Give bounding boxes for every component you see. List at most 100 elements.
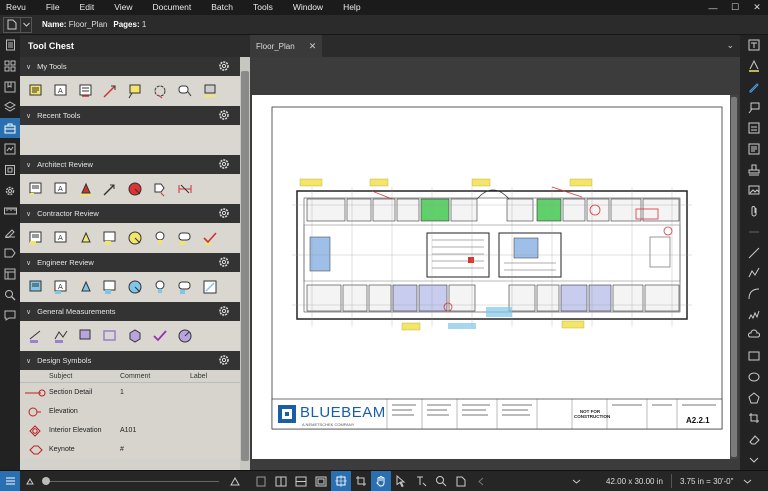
ellipse-tool[interactable] — [742, 367, 766, 388]
snapshot-button[interactable] — [451, 471, 471, 491]
pen-tool[interactable] — [742, 76, 766, 97]
tool-eng-bulb[interactable] — [148, 275, 172, 299]
tool-arch-circle[interactable] — [123, 177, 147, 201]
menu-batch[interactable]: Batch — [201, 0, 243, 15]
sets-tab[interactable] — [0, 264, 20, 284]
tool-text-box[interactable]: A — [49, 79, 73, 103]
scrollbar-thumb[interactable] — [731, 97, 737, 457]
single-page-button[interactable] — [251, 471, 271, 491]
snap-button[interactable] — [331, 471, 351, 491]
bookmarks-tab[interactable] — [0, 77, 20, 97]
tool-gm-count[interactable] — [148, 324, 172, 348]
tool-cloud-plus[interactable] — [173, 79, 197, 103]
tool-gm-area[interactable] — [74, 324, 98, 348]
slider-thumb[interactable] — [42, 477, 50, 485]
note-tool[interactable] — [742, 139, 766, 160]
tool-arch-highlight[interactable] — [74, 177, 98, 201]
menu-window[interactable]: Window — [283, 0, 333, 15]
panel-toggle-button[interactable] — [0, 471, 20, 491]
previous-page-button[interactable] — [471, 471, 491, 491]
menu-document[interactable]: Document — [142, 0, 201, 15]
select-text-button[interactable] — [411, 471, 431, 491]
tool-arch-text[interactable]: A — [49, 177, 73, 201]
gear-icon[interactable] — [218, 354, 230, 366]
tool-con-circle[interactable] — [123, 226, 147, 250]
gear-icon[interactable] — [218, 60, 230, 72]
document-dropdown-button[interactable] — [21, 16, 32, 33]
tool-eng-cloud[interactable] — [173, 275, 197, 299]
menu-edit[interactable]: Edit — [70, 0, 105, 15]
search-tab[interactable] — [0, 285, 20, 305]
crop-tool[interactable] — [742, 408, 766, 429]
menu-tools[interactable]: Tools — [243, 0, 283, 15]
close-icon[interactable]: ✕ — [309, 41, 317, 52]
tool-shape[interactable] — [198, 79, 222, 103]
tool-eng-callout[interactable] — [98, 275, 122, 299]
file-access-tab[interactable] — [0, 35, 20, 55]
maximize-button[interactable]: ☐ — [724, 0, 746, 15]
textbox-tool[interactable] — [742, 118, 766, 139]
tool-chest-tab[interactable] — [0, 118, 20, 139]
line-tool[interactable] — [742, 242, 766, 263]
tool-arch-callout[interactable] — [148, 177, 172, 201]
signatures-tab[interactable] — [0, 222, 20, 242]
highlight-text-tool[interactable] — [742, 56, 766, 77]
tool-eng-note[interactable] — [24, 275, 48, 299]
properties-tab[interactable] — [0, 181, 20, 201]
tool-arch-dimension[interactable] — [173, 177, 197, 201]
section-recent-tools[interactable]: ∨ Recent Tools — [20, 106, 250, 125]
layers-tab[interactable] — [0, 97, 20, 117]
links-tab[interactable] — [0, 243, 20, 263]
image-tool[interactable] — [742, 180, 766, 201]
gear-icon[interactable] — [218, 305, 230, 317]
menu-view[interactable]: View — [104, 0, 142, 15]
menu-revu[interactable]: Revu — [0, 0, 36, 15]
tool-eng-text[interactable]: A — [49, 275, 73, 299]
thumbnail-size-slider[interactable] — [40, 471, 225, 491]
scrollbar-thumb[interactable] — [241, 71, 249, 461]
menu-file[interactable]: File — [36, 0, 70, 15]
zoom-tool-button[interactable] — [431, 471, 451, 491]
minimize-button[interactable]: — — [702, 0, 724, 15]
polygon-tool[interactable] — [742, 387, 766, 408]
crop-view-button[interactable] — [351, 471, 371, 491]
tool-con-check[interactable] — [198, 226, 222, 250]
stamp-tool[interactable] — [742, 159, 766, 180]
tool-gm-polylength[interactable] — [49, 324, 73, 348]
tool-eng-highlight[interactable] — [74, 275, 98, 299]
document-menu-button[interactable] — [3, 16, 21, 33]
comments-tab[interactable] — [0, 305, 20, 325]
tool-note[interactable] — [74, 79, 98, 103]
tool-con-highlight[interactable] — [74, 226, 98, 250]
attachment-tool[interactable] — [742, 201, 766, 222]
viewer-scrollbar[interactable] — [730, 95, 738, 459]
tool-gm-length[interactable] — [24, 324, 48, 348]
tool-con-text[interactable]: A — [49, 226, 73, 250]
studio-tab[interactable] — [0, 160, 20, 180]
gear-icon[interactable] — [218, 158, 230, 170]
sketch-tool[interactable] — [742, 304, 766, 325]
markups-tab[interactable] — [0, 139, 20, 159]
drawing-sheet[interactable]: BLUEBEAM A NEMETSCHEK COMPANY NOT FOR CO… — [252, 95, 736, 459]
table-row[interactable]: Keynote # — [20, 440, 250, 459]
tool-eng-circle[interactable] — [123, 275, 147, 299]
tool-chest-scrollbar[interactable] — [240, 57, 250, 470]
divider-tool[interactable] — [742, 221, 766, 242]
section-general-measurements[interactable]: ∨ General Measurements — [20, 302, 250, 321]
tool-arch-note[interactable] — [24, 177, 48, 201]
tool-cloud[interactable] — [148, 79, 172, 103]
scale-dropdown[interactable] — [737, 471, 757, 491]
gear-icon[interactable] — [218, 109, 230, 121]
pan-tool-button[interactable] — [371, 471, 391, 491]
section-architect-review[interactable]: ∨ Architect Review — [20, 155, 250, 174]
gear-icon[interactable] — [218, 207, 230, 219]
tool-gm-volume[interactable] — [123, 324, 147, 348]
chevron-down-icon[interactable]: ⌄ — [726, 40, 734, 51]
tool-callout[interactable] — [123, 79, 147, 103]
tool-con-callout[interactable] — [98, 226, 122, 250]
text-tool[interactable] — [742, 35, 766, 56]
tool-eng-measure[interactable] — [198, 275, 222, 299]
section-my-tools[interactable]: ∨ My Tools — [20, 57, 250, 76]
callout-tool[interactable] — [742, 97, 766, 118]
select-tool-button[interactable] — [391, 471, 411, 491]
